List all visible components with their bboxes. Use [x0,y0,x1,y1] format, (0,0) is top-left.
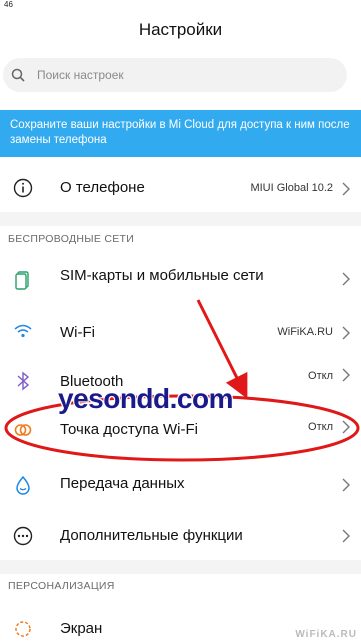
hotspot-icon [14,424,32,436]
sim-card-icon [15,271,29,290]
wifi-icon [14,324,32,338]
search-bar[interactable] [3,58,347,92]
bluetooth-icon [17,371,30,391]
watermark-corner: WiFiKA.RU [295,629,357,640]
search-icon [11,68,25,82]
info-icon [13,178,33,198]
page-title: Настройки [138,20,223,39]
section-divider [0,560,361,574]
chevron-right-icon [342,478,350,492]
section-header-personalization: ПЕРСОНАЛИЗАЦИЯ [8,580,115,592]
watermark-yesondd: yesondd.com [58,383,233,414]
section-divider [0,212,361,226]
chevron-right-icon [342,272,350,286]
chevron-right-icon [342,420,350,434]
chevron-right-icon [342,368,350,382]
chevron-right-icon [342,529,350,543]
data-usage-item[interactable]: Передача данных [0,464,361,506]
wifi-label: Wi-Fi [60,324,95,341]
more-icon [13,526,33,546]
hotspot-item[interactable]: Точка доступа Wi-Fi Откл [0,410,361,450]
wifi-value: WiFiKA.RU [277,326,333,338]
data-usage-label: Передача данных [60,475,185,492]
more-functions-label: Дополнительные функции [60,527,243,544]
about-phone-item[interactable]: О телефоне MIUI Global 10.2 [0,168,361,210]
more-functions-item[interactable]: Дополнительные функции [0,515,361,557]
sim-cards-item[interactable]: SIM-карты и мобильные сети [0,258,361,302]
hotspot-value: Откл [308,421,333,433]
about-phone-label: О телефоне [60,179,145,196]
chevron-right-icon [342,326,350,340]
sim-cards-label: SIM-карты и мобильные сети [60,267,264,284]
chevron-right-icon [342,182,350,196]
display-icon [15,621,31,637]
search-input[interactable] [37,64,337,86]
status-time: 46 [4,0,13,9]
bluetooth-value: Откл [308,370,333,382]
about-phone-value: MIUI Global 10.2 [250,182,333,194]
display-label: Экран [60,620,103,637]
wifi-item[interactable]: Wi-Fi WiFiKA.RU [0,312,361,354]
data-usage-icon [16,475,30,495]
mi-cloud-banner[interactable]: Сохраните ваши настройки в Mi Cloud для … [0,110,361,157]
hotspot-label: Точка доступа Wi-Fi [60,421,198,438]
section-header-wireless: БЕСПРОВОДНЫЕ СЕТИ [8,233,135,245]
